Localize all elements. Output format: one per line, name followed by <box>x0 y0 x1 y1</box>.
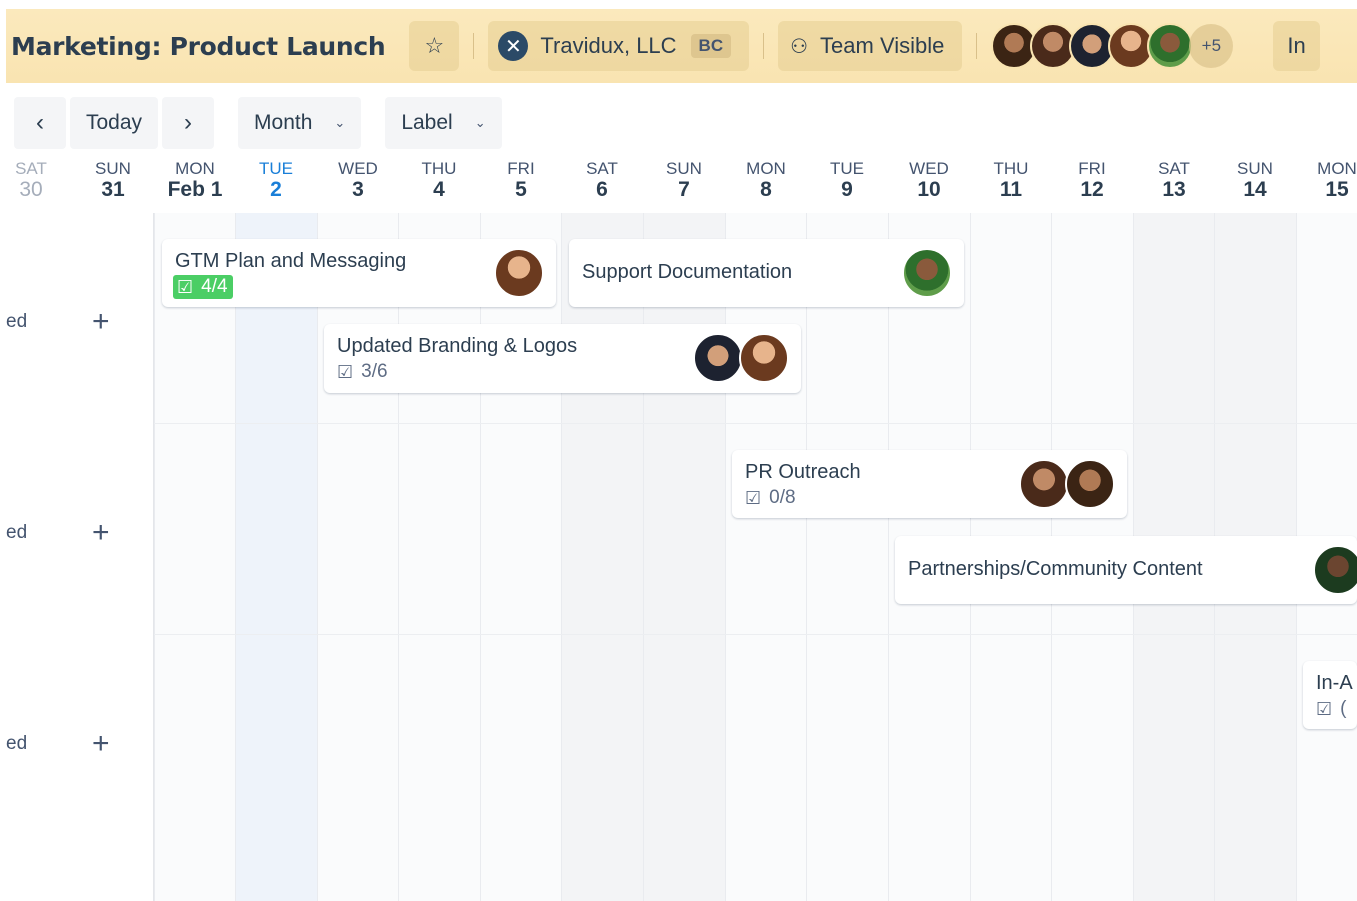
add-card-button[interactable]: + <box>92 729 110 759</box>
member-avatar[interactable] <box>1313 545 1357 595</box>
day-header: MON Feb 1 <box>167 159 223 201</box>
day-column[interactable] <box>561 213 643 901</box>
day-header-today: TUE 2 <box>259 159 293 201</box>
checklist-badge: ☑ ( <box>1316 698 1347 719</box>
checklist-badge: ☑ 4/4 <box>173 275 233 299</box>
day-header: THU 11 <box>993 159 1029 201</box>
card-title: In-A <box>1316 672 1353 694</box>
board-title[interactable]: Marketing: Product Launch <box>11 32 386 61</box>
day-header: SAT 13 <box>1158 159 1190 201</box>
checkbox-icon: ☑ <box>1316 698 1333 719</box>
calendar-card[interactable]: In-A ☑ ( <box>1303 661 1357 729</box>
day-header: SAT 6 <box>586 159 618 201</box>
checkbox-icon: ☑ <box>177 276 194 297</box>
checkbox-icon: ☑ <box>745 487 762 508</box>
star-button[interactable]: ☆ <box>409 21 460 71</box>
row-divider <box>0 423 1357 424</box>
chevron-left-icon: ‹ <box>36 109 44 136</box>
team-icon: ⚇ <box>790 35 809 58</box>
calendar-card[interactable]: Support Documentation <box>569 239 964 307</box>
day-column[interactable] <box>398 213 480 901</box>
day-column[interactable] <box>480 213 561 901</box>
view-select[interactable]: Month ⌄ <box>238 97 362 149</box>
day-column[interactable] <box>806 213 888 901</box>
header-divider <box>763 33 765 59</box>
board-members: +5 <box>991 23 1234 69</box>
member-avatar[interactable] <box>693 333 743 383</box>
member-avatar[interactable] <box>494 248 544 298</box>
calendar-card[interactable]: Updated Branding & Logos ☑ 3/6 <box>324 324 801 393</box>
card-title: GTM Plan and Messaging <box>175 250 407 272</box>
row-divider <box>0 634 1357 635</box>
member-avatar[interactable] <box>739 333 789 383</box>
star-icon: ☆ <box>424 33 445 58</box>
day-column[interactable] <box>725 213 806 901</box>
card-members <box>693 333 789 383</box>
card-members <box>1313 545 1357 595</box>
label-filter-label: Label <box>401 111 453 134</box>
card-members <box>1019 459 1115 509</box>
checklist-badge: ☑ 0/8 <box>745 487 796 508</box>
row-label: ed <box>6 522 28 543</box>
workspace-button[interactable]: ✕ Travidux, LLC BC <box>488 21 750 71</box>
calendar-card[interactable]: PR Outreach ☑ 0/8 <box>732 450 1127 518</box>
header-divider <box>473 33 475 59</box>
card-members <box>494 248 544 298</box>
workspace-logo-icon: ✕ <box>498 31 529 61</box>
workspace-badge: BC <box>690 34 732 58</box>
workspace-name: Travidux, LLC <box>540 33 677 58</box>
day-column[interactable] <box>317 213 398 901</box>
day-header: FRI 5 <box>507 159 535 201</box>
member-avatar[interactable] <box>902 248 952 298</box>
day-header: WED 10 <box>909 159 949 201</box>
card-title: Updated Branding & Logos <box>337 335 578 357</box>
day-header: SUN 31 <box>95 159 131 201</box>
chevron-down-icon: ⌄ <box>474 115 486 130</box>
day-column-today[interactable] <box>235 213 317 901</box>
invite-button[interactable]: In <box>1273 21 1320 71</box>
card-title: Partnerships/Community Content <box>908 558 1203 580</box>
visibility-button[interactable]: ⚇ Team Visible <box>778 21 963 71</box>
view-select-label: Month <box>254 111 313 134</box>
day-header: SUN 14 <box>1237 159 1273 201</box>
checkbox-icon: ☑ <box>337 361 354 382</box>
chevron-right-icon: › <box>184 109 193 136</box>
today-button[interactable]: Today <box>70 97 159 149</box>
row-label: ed <box>6 733 28 754</box>
board-header: Marketing: Product Launch ☆ ✕ Travidux, … <box>6 9 1357 83</box>
calendar-card[interactable]: GTM Plan and Messaging ☑ 4/4 <box>162 239 556 307</box>
day-header: FRI 12 <box>1078 159 1106 201</box>
calendar-card[interactable]: Partnerships/Community Content <box>895 536 1357 604</box>
chevron-down-icon: ⌄ <box>334 115 346 130</box>
day-column[interactable] <box>154 213 235 901</box>
label-filter[interactable]: Label ⌄ <box>385 97 502 149</box>
add-card-button[interactable]: + <box>92 307 110 337</box>
checklist-badge: ☑ 3/6 <box>337 361 388 382</box>
day-header: SUN 7 <box>666 159 702 201</box>
row-label: ed <box>6 311 28 332</box>
member-avatar[interactable] <box>1019 459 1069 509</box>
add-card-button[interactable]: + <box>92 518 110 548</box>
member-avatar[interactable] <box>1065 459 1115 509</box>
day-header: MON 8 <box>746 159 786 201</box>
card-title: PR Outreach <box>745 461 861 483</box>
day-header: SAT 30 <box>15 159 47 201</box>
next-button[interactable]: › <box>162 97 215 149</box>
header-divider <box>976 33 978 59</box>
day-header: MON 15 <box>1317 159 1357 201</box>
member-avatar[interactable] <box>1147 23 1194 69</box>
card-members <box>902 248 952 298</box>
more-members-button[interactable]: +5 <box>1189 24 1234 68</box>
day-header: TUE 9 <box>830 159 864 201</box>
calendar-toolbar: ‹ Today › Month ⌄ Label ⌄ <box>14 97 502 149</box>
day-column[interactable] <box>643 213 725 901</box>
day-header: WED 3 <box>338 159 378 201</box>
card-title: Support Documentation <box>582 261 793 283</box>
visibility-label: Team Visible <box>820 33 945 58</box>
day-header: THU 4 <box>421 159 457 201</box>
row-label-column: ed + ed + ed + <box>0 213 154 901</box>
previous-button[interactable]: ‹ <box>14 97 66 149</box>
